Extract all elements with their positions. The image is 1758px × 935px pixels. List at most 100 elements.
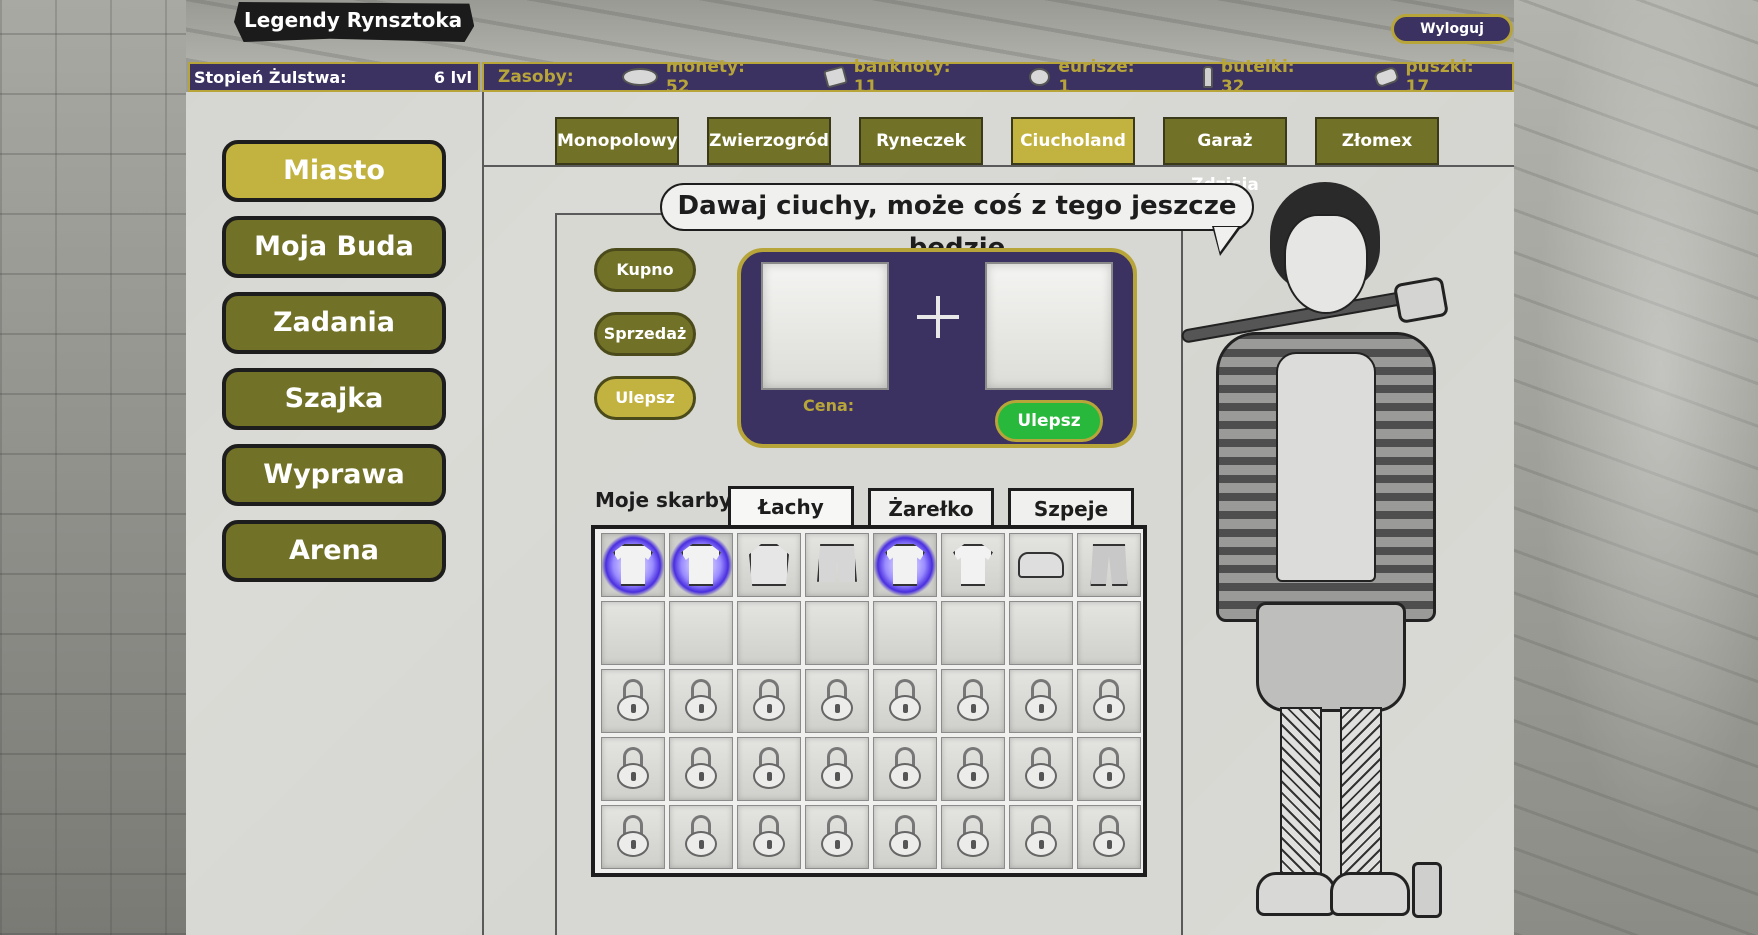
upgrade-slot-material[interactable] — [985, 262, 1113, 390]
padlock-icon — [955, 679, 991, 723]
inventory-slot-locked — [669, 737, 733, 801]
bottle-icon — [1203, 66, 1213, 88]
tab-monopolowy[interactable]: Monopolowy — [555, 117, 679, 165]
inventory-slot-empty[interactable] — [669, 601, 733, 665]
npc-skirt — [1256, 602, 1406, 712]
hammer-head-icon — [1392, 275, 1450, 325]
inventory-slot[interactable] — [669, 533, 733, 597]
tab-zlomex[interactable]: Złomex — [1315, 117, 1439, 165]
tab-zwierzogrod[interactable]: Zwierzogród — [707, 117, 831, 165]
inventory-slot-empty[interactable] — [873, 601, 937, 665]
sell-mode-button[interactable]: Sprzedaż — [594, 312, 696, 356]
resource-euro-text: eurisze: 1 — [1058, 57, 1135, 97]
inventory-slot-empty[interactable] — [805, 601, 869, 665]
inventory-slot[interactable] — [1009, 533, 1073, 597]
upgrade-slot-item[interactable] — [761, 262, 889, 390]
resource-bottles: butelki: 32 — [1203, 57, 1318, 97]
shoes-icon — [1018, 552, 1064, 578]
inventory-slot[interactable] — [601, 533, 665, 597]
padlock-icon — [683, 747, 719, 791]
inventory-slot-locked — [669, 669, 733, 733]
inventory-slot-locked — [737, 805, 801, 869]
sidebar-item-wyprawa[interactable]: Wyprawa — [222, 444, 446, 506]
npc-leg-left — [1280, 707, 1322, 887]
can-prop-icon — [1412, 862, 1442, 918]
sidebar-item-arena[interactable]: Arena — [222, 520, 446, 582]
background-graffiti-right — [1514, 0, 1758, 935]
inventory-slot-empty[interactable] — [941, 601, 1005, 665]
resources-label: Zasoby: — [498, 67, 574, 87]
level-value: 6 lvl — [433, 67, 472, 87]
sidebar-item-moja-buda[interactable]: Moja Buda — [222, 216, 446, 278]
padlock-icon — [1091, 815, 1127, 859]
inventory-slot-locked — [1077, 737, 1141, 801]
inventory-slot-empty[interactable] — [1009, 601, 1073, 665]
plus-icon — [917, 296, 959, 338]
tab-zarelko[interactable]: Żarełko — [868, 488, 994, 528]
inventory-grid — [591, 525, 1147, 877]
inventory-slot-locked — [805, 737, 869, 801]
inventory-slot-locked — [873, 805, 937, 869]
tab-garaz-zdzisia[interactable]: Garaż Zdzisia — [1163, 117, 1287, 195]
can-icon — [1372, 65, 1400, 89]
sidebar-item-zadania[interactable]: Zadania — [222, 292, 446, 354]
padlock-icon — [819, 815, 855, 859]
inventory-slot-locked — [1077, 805, 1141, 869]
buy-mode-button[interactable]: Kupno — [594, 248, 696, 292]
inventory-slot-locked — [737, 669, 801, 733]
tshirt-icon — [885, 544, 925, 586]
padlock-icon — [615, 815, 651, 859]
background-alley-left — [0, 0, 186, 935]
inventory-slot-locked — [873, 669, 937, 733]
padlock-icon — [819, 679, 855, 723]
padlock-icon — [615, 679, 651, 723]
upgrade-confirm-button[interactable]: Ulepsz — [995, 400, 1103, 442]
padlock-icon — [1023, 815, 1059, 859]
tab-szpeje[interactable]: Szpeje — [1008, 488, 1134, 528]
inventory-slot-locked — [601, 669, 665, 733]
resource-coins-text: monety: 52 — [665, 57, 745, 97]
inventory-slot-empty[interactable] — [737, 601, 801, 665]
sidebar-item-szajka[interactable]: Szajka — [222, 368, 446, 430]
inventory-slot-locked — [873, 737, 937, 801]
upgrade-mode-button[interactable]: Ulepsz — [594, 376, 696, 420]
level-label: Stopień Żulstwa: — [194, 67, 347, 87]
inventory-slot-locked — [941, 669, 1005, 733]
resource-cans-text: puszki: 17 — [1405, 57, 1474, 97]
padlock-icon — [819, 747, 855, 791]
padlock-icon — [683, 679, 719, 723]
tab-ryneczek[interactable]: Ryneczek — [859, 117, 983, 165]
resource-euro: eurisze: 1 — [1029, 57, 1147, 97]
padlock-icon — [751, 679, 787, 723]
inventory-slot-empty[interactable] — [601, 601, 665, 665]
npc-face — [1284, 214, 1368, 314]
shorts-icon — [817, 544, 857, 582]
padlock-icon — [751, 747, 787, 791]
inventory-slot[interactable] — [873, 533, 937, 597]
inventory-slot[interactable] — [805, 533, 869, 597]
inventory-slot[interactable] — [941, 533, 1005, 597]
inventory-slot-locked — [805, 669, 869, 733]
tab-lachy[interactable]: Łachy — [728, 486, 854, 528]
resource-coins: monety: 52 — [621, 57, 769, 97]
sidebar-item-miasto[interactable]: Miasto — [222, 140, 446, 202]
tab-ciucholand[interactable]: Ciucholand — [1011, 117, 1135, 165]
npc-shoe-left — [1256, 872, 1336, 916]
padlock-icon — [887, 747, 923, 791]
tshirt-icon — [953, 544, 993, 586]
banknote-icon — [822, 65, 848, 89]
logout-button[interactable]: Wyloguj — [1391, 14, 1513, 44]
inventory-label: Moje skarby: — [595, 488, 740, 512]
npc-shirt — [1276, 352, 1376, 582]
game-title: Legendy Rynsztoka — [234, 2, 475, 42]
inventory-slot[interactable] — [737, 533, 801, 597]
padlock-icon — [1023, 747, 1059, 791]
inventory-slot[interactable] — [1077, 533, 1141, 597]
inventory-slot-empty[interactable] — [1077, 601, 1141, 665]
padlock-icon — [751, 815, 787, 859]
inventory-slot-locked — [1077, 669, 1141, 733]
padlock-icon — [683, 815, 719, 859]
padlock-icon — [955, 815, 991, 859]
resource-banknotes: banknoty: 11 — [822, 57, 974, 97]
inventory-slot-locked — [669, 805, 733, 869]
